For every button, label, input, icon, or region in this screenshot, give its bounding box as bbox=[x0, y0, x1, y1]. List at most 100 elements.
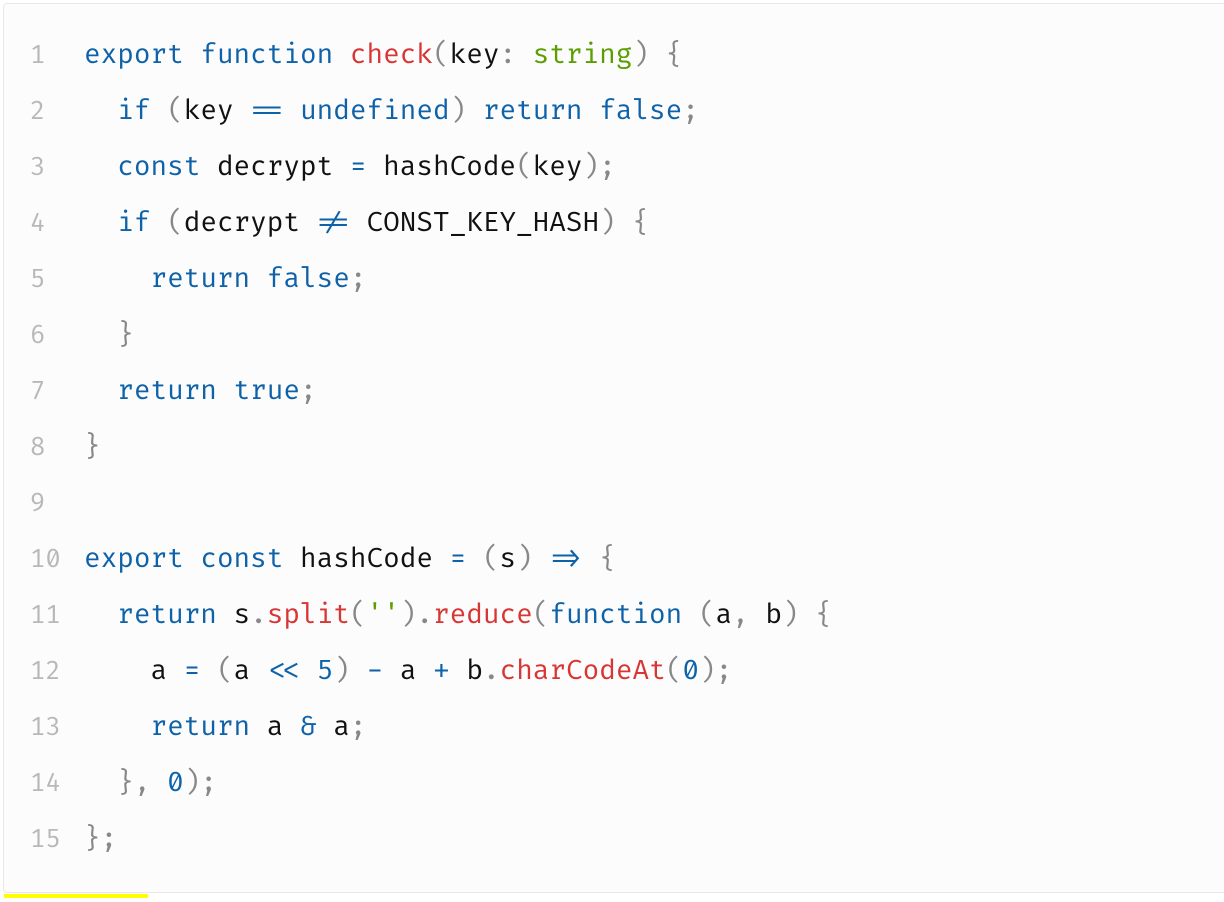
token-punc: { bbox=[666, 39, 683, 72]
line-number: 7 bbox=[4, 364, 84, 420]
token-punc: ) bbox=[450, 95, 467, 128]
token-upper: CONST_KEY_HASH bbox=[367, 207, 600, 240]
token-space bbox=[466, 543, 483, 576]
code-line: 8} bbox=[4, 420, 1224, 476]
token-punc: , bbox=[134, 767, 151, 800]
line-number: 8 bbox=[4, 420, 84, 476]
code-line: 13 return a & a; bbox=[4, 700, 1224, 756]
token-space bbox=[333, 151, 350, 184]
indent bbox=[84, 207, 117, 240]
token-space bbox=[200, 655, 217, 688]
line-number: 11 bbox=[4, 588, 84, 644]
token-punc: } bbox=[117, 319, 134, 352]
code-content: } bbox=[84, 420, 1224, 476]
code-content: a = (a << 5) - a + b.charCodeAt(0); bbox=[84, 644, 1224, 700]
code-content: return s.split('').reduce(function (a, b… bbox=[84, 588, 1224, 644]
token-ident: hashCode bbox=[383, 151, 516, 184]
token-space bbox=[317, 711, 334, 744]
line-number: 2 bbox=[4, 84, 84, 140]
token-punc: } bbox=[117, 767, 134, 800]
code-line: 9 bbox=[4, 476, 1224, 532]
line-number: 9 bbox=[4, 476, 84, 532]
token-undef: undefined bbox=[300, 95, 450, 128]
token-space bbox=[250, 263, 267, 296]
token-kw: return bbox=[117, 375, 217, 408]
line-number: 5 bbox=[4, 252, 84, 308]
token-space bbox=[416, 655, 433, 688]
indent bbox=[84, 319, 117, 352]
token-kw: return bbox=[150, 711, 250, 744]
token-punc: ) bbox=[599, 207, 616, 240]
token-dot: . bbox=[250, 599, 267, 632]
token-ident: decrypt bbox=[217, 151, 333, 184]
token-ident: decrypt bbox=[184, 207, 300, 240]
token-space bbox=[367, 151, 384, 184]
token-punc: ; bbox=[682, 95, 699, 128]
token-punc: ; bbox=[101, 823, 118, 856]
token-ident: s bbox=[234, 599, 251, 632]
token-kw: return bbox=[483, 95, 583, 128]
indent bbox=[84, 711, 150, 744]
token-ident: a bbox=[716, 599, 733, 632]
token-space bbox=[283, 543, 300, 576]
indent bbox=[84, 655, 150, 688]
code-line: 11 return s.split('').reduce(function (a… bbox=[4, 588, 1224, 644]
code-line: 1export function check(key: string) { bbox=[4, 28, 1224, 84]
token-punc: ; bbox=[599, 151, 616, 184]
token-space bbox=[350, 207, 367, 240]
token-punc: ( bbox=[350, 599, 367, 632]
token-dot: . bbox=[416, 599, 433, 632]
token-punc: ) bbox=[516, 543, 533, 576]
code-line: 10export const hashCode = (s) => { bbox=[4, 532, 1224, 588]
token-space bbox=[450, 655, 467, 688]
token-kw: function bbox=[200, 39, 333, 72]
token-space bbox=[200, 151, 217, 184]
token-punc: ; bbox=[350, 711, 367, 744]
line-number: 6 bbox=[4, 308, 84, 364]
token-num: 5 bbox=[317, 655, 334, 688]
token-space bbox=[250, 711, 267, 744]
token-fn: check bbox=[350, 39, 433, 72]
line-number: 1 bbox=[4, 28, 84, 84]
line-number: 12 bbox=[4, 644, 84, 700]
token-punc: : bbox=[499, 39, 516, 72]
code-line: 5 return false; bbox=[4, 252, 1224, 308]
token-space bbox=[433, 543, 450, 576]
token-undef: true bbox=[234, 375, 300, 408]
token-ident: b bbox=[466, 655, 483, 688]
token-punc: ; bbox=[350, 263, 367, 296]
token-space bbox=[217, 375, 234, 408]
line-number: 14 bbox=[4, 756, 84, 812]
token-ident: key bbox=[450, 39, 500, 72]
line-number: 10 bbox=[4, 532, 84, 588]
token-punc: ( bbox=[217, 655, 234, 688]
token-call: charCodeAt bbox=[500, 655, 666, 688]
token-kw: return bbox=[117, 599, 217, 632]
token-undef: false bbox=[599, 95, 682, 128]
token-kw: export bbox=[84, 543, 184, 576]
token-space bbox=[300, 207, 317, 240]
token-punc: ; bbox=[300, 375, 317, 408]
token-punc: ( bbox=[483, 543, 500, 576]
code-line: 7 return true; bbox=[4, 364, 1224, 420]
token-op: != bbox=[317, 207, 350, 240]
token-op: & bbox=[300, 711, 317, 744]
indent bbox=[84, 95, 117, 128]
token-kw: function bbox=[549, 599, 682, 632]
token-op: = bbox=[450, 543, 467, 576]
token-op: = bbox=[184, 655, 201, 688]
token-space bbox=[383, 655, 400, 688]
token-punc: ( bbox=[516, 151, 533, 184]
token-ident: key bbox=[184, 95, 234, 128]
token-space bbox=[217, 599, 234, 632]
indent bbox=[84, 375, 117, 408]
token-space bbox=[583, 543, 600, 576]
code-line: 4 if (decrypt != CONST_KEY_HASH) { bbox=[4, 196, 1224, 252]
code-block: 1export function check(key: string) {2 i… bbox=[3, 3, 1224, 893]
line-number: 13 bbox=[4, 700, 84, 756]
token-op: = bbox=[350, 151, 367, 184]
token-space bbox=[649, 39, 666, 72]
token-space bbox=[283, 711, 300, 744]
code-line: 12 a = (a << 5) - a + b.charCodeAt(0); bbox=[4, 644, 1224, 700]
token-space bbox=[150, 767, 167, 800]
